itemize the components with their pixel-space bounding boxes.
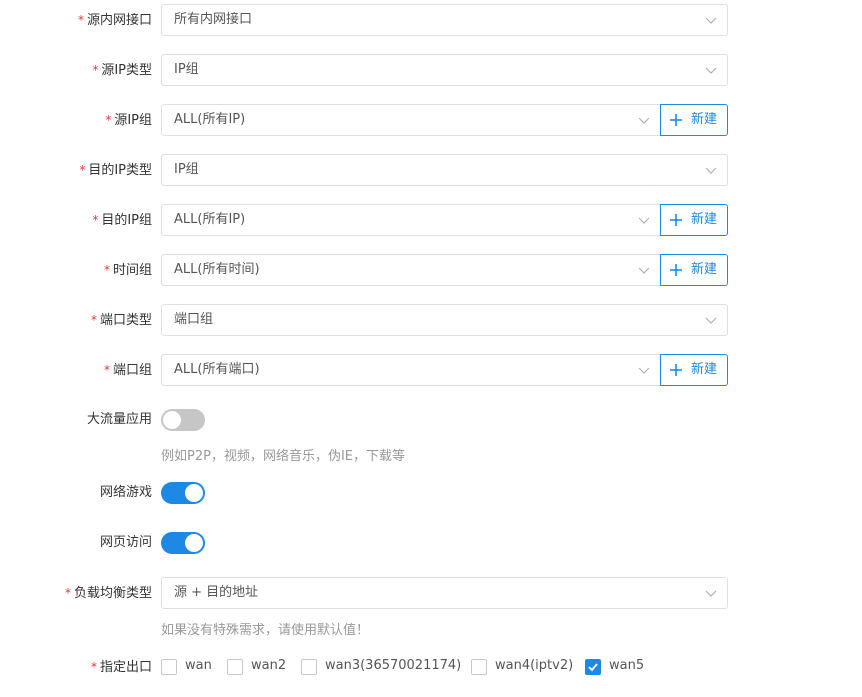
required-mark: * [77,13,84,27]
src-interface-value: 所有内网接口 [174,12,253,27]
checkbox[interactable] [301,659,317,675]
chevron-down-icon [705,317,717,324]
checkbox[interactable] [161,659,177,675]
port-type-select[interactable]: 端口组 [161,304,728,336]
new-button-label: 新建 [691,362,718,377]
required-mark: * [92,63,99,77]
required-mark: * [79,163,86,177]
web-access-toggle[interactable] [161,532,205,554]
required-mark: * [92,213,99,227]
dst-ip-group-value: ALL(所有IP) [174,212,246,227]
field-label: * 端口组 [104,354,152,386]
field-label: * 指定出口 [91,651,152,683]
egress-label: 指定出口 [99,660,152,675]
new-button-label: 新建 [691,112,718,127]
checkbox[interactable] [227,659,243,675]
lb-type-select[interactable]: 源 + 目的地址 [161,577,728,609]
checkbox[interactable] [471,659,487,675]
egress-option-label: wan [185,658,212,673]
chevron-down-icon [705,17,717,24]
egress-option-label: wan2 [251,658,287,673]
chevron-down-icon [705,67,717,74]
port-group-label: 端口组 [112,363,152,378]
src-ip-type-select[interactable]: IP组 [161,54,728,86]
toggle-knob [163,411,181,429]
egress-option-label: wan4(iptv2) [495,658,574,673]
required-mark: * [103,263,110,277]
new-button-label: 新建 [691,212,718,227]
time-group-label: 时间组 [112,263,152,278]
src-ip-group-new-button[interactable]: 新建 [660,104,728,136]
checkbox-checked[interactable] [585,659,601,675]
time-group-new-button[interactable]: 新建 [660,254,728,286]
chevron-down-icon [638,267,650,274]
plus-icon [670,214,682,226]
toggle-knob [185,484,203,502]
plus-icon [670,364,682,376]
dst-ip-type-select[interactable]: IP组 [161,154,728,186]
bulk-app-label: 大流量应用 [86,412,152,427]
src-ip-group-value: ALL(所有IP) [174,112,246,127]
required-mark: * [90,660,97,674]
lb-type-value: 源 + 目的地址 [174,585,259,600]
plus-icon [670,114,682,126]
required-mark: * [105,113,112,127]
time-group-value: ALL(所有时间) [174,262,260,277]
field-label: * 目的IP组 [92,204,152,236]
dst-ip-type-value: IP组 [174,162,199,177]
dst-ip-type-label: 目的IP类型 [88,163,152,178]
chevron-down-icon [638,367,650,374]
src-ip-group-select[interactable]: ALL(所有IP) [161,104,661,136]
field-label: * 端口类型 [91,304,152,336]
field-label: * 源内网接口 [78,4,152,36]
dst-ip-group-label: 目的IP组 [101,213,152,228]
chevron-down-icon [705,590,717,597]
src-ip-type-label: 源IP类型 [101,63,152,78]
required-mark: * [64,586,71,600]
check-icon [588,663,598,672]
chevron-down-icon [638,217,650,224]
toggle-knob [185,534,203,552]
lb-type-label: 负载均衡类型 [73,586,152,601]
src-ip-type-value: IP组 [174,62,199,77]
new-button-label: 新建 [691,262,718,277]
field-label: * 源IP组 [105,104,152,136]
src-interface-label: 源内网接口 [86,13,152,28]
online-game-label: 网络游戏 [99,485,152,500]
chevron-down-icon [705,167,717,174]
field-label: * 源IP类型 [92,54,152,86]
plus-icon [670,264,682,276]
port-type-label: 端口类型 [99,313,152,328]
required-mark: * [90,313,97,327]
port-type-value: 端口组 [174,312,214,327]
bulk-app-hint: 例如P2P，视频，网络音乐，伪IE，下载等 [161,449,405,464]
required-mark: * [103,363,110,377]
src-ip-group-label: 源IP组 [114,113,152,128]
port-group-value: ALL(所有端口) [174,362,260,377]
field-label: * 目的IP类型 [79,154,152,186]
egress-option-label: wan5 [609,658,645,673]
online-game-toggle[interactable] [161,482,205,504]
port-group-select[interactable]: ALL(所有端口) [161,354,661,386]
egress-option-label: wan3(36570021174) [325,658,462,673]
lb-type-hint: 如果没有特殊需求，请使用默认值！ [161,623,370,638]
field-label: * 负载均衡类型 [65,577,152,609]
bulk-app-toggle[interactable] [161,409,205,431]
src-interface-select[interactable]: 所有内网接口 [161,4,728,36]
dst-ip-group-select[interactable]: ALL(所有IP) [161,204,661,236]
field-label: * 时间组 [104,254,152,286]
port-group-new-button[interactable]: 新建 [660,354,728,386]
web-access-label: 网页访问 [99,535,152,550]
time-group-select[interactable]: ALL(所有时间) [161,254,661,286]
chevron-down-icon [638,117,650,124]
dst-ip-group-new-button[interactable]: 新建 [660,204,728,236]
